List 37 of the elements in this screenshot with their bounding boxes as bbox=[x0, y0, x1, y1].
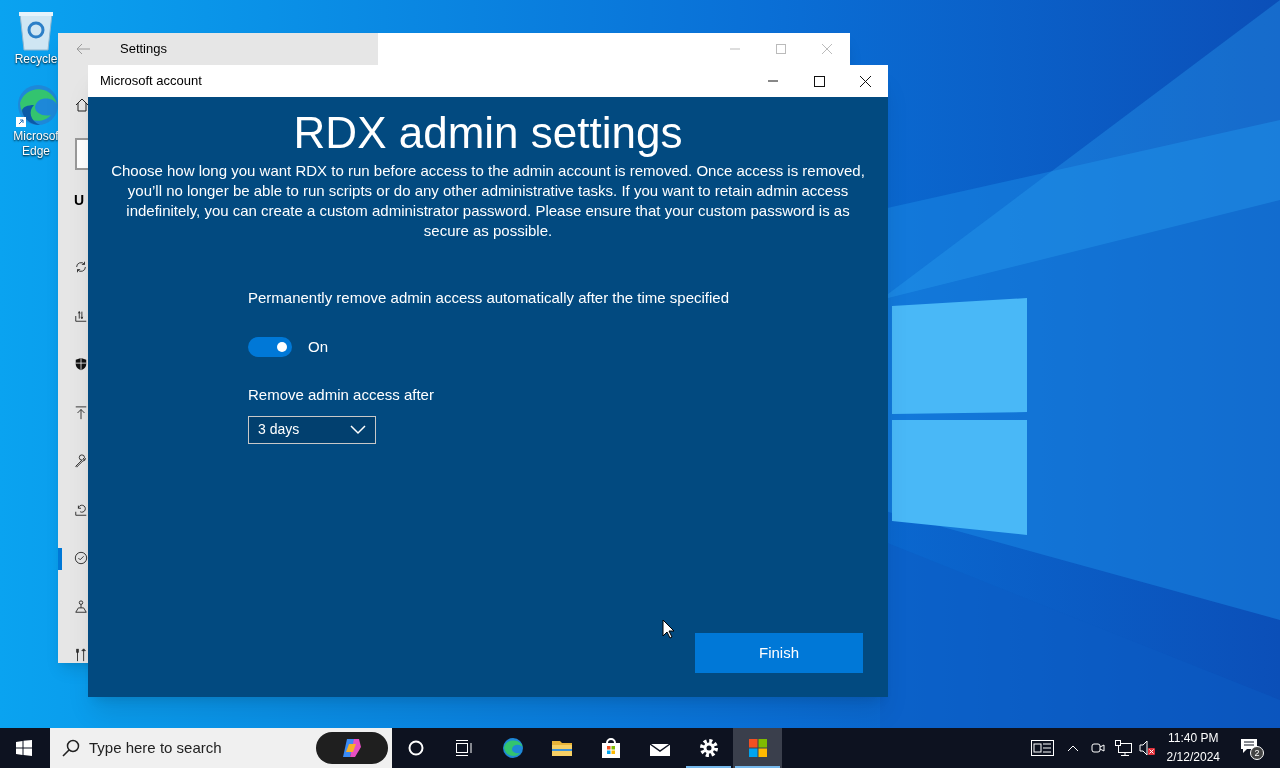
copilot-icon bbox=[341, 738, 363, 758]
edge-icon bbox=[500, 736, 525, 760]
news-icon[interactable] bbox=[1030, 740, 1055, 756]
dialog-heading: RDX admin settings bbox=[293, 107, 683, 159]
heading: U bbox=[74, 191, 85, 210]
finish-button[interactable]: Finish bbox=[695, 633, 863, 673]
window-title: Microsoft account bbox=[100, 72, 202, 91]
toggle-state: On bbox=[308, 336, 328, 357]
dropdown[interactable]: 3 days bbox=[248, 415, 376, 444]
notification-badge: 2 bbox=[1250, 746, 1264, 760]
dropdown-label: Remove admin access after bbox=[248, 385, 434, 405]
camera-icon[interactable] bbox=[1090, 740, 1105, 756]
check-circle-icon bbox=[74, 550, 88, 567]
taskbar-button[interactable] bbox=[733, 728, 782, 768]
search-box[interactable]: Type here to search bbox=[50, 728, 392, 768]
wrench-icon bbox=[74, 453, 88, 470]
muted-speaker-icon[interactable] bbox=[1138, 740, 1155, 756]
cortana-icon[interactable] bbox=[408, 740, 424, 756]
search-icon bbox=[62, 739, 80, 757]
description: Choose how long you want RDX to run before access to the admin account is removed. Once access is removed, you’ll no longer be able to run scripts or do any other administrative tasks. If you want to retain admin access indefinitely, you can create a custom administrator password. Please ensure that your custom password is as secure as possible. bbox=[110, 161, 866, 241]
home-icon[interactable] bbox=[75, 98, 89, 112]
copilot-button[interactable] bbox=[316, 732, 388, 764]
shield-icon bbox=[74, 356, 88, 373]
tools-icon bbox=[74, 647, 88, 664]
toggle-switch[interactable] bbox=[248, 336, 292, 357]
task-view-icon[interactable] bbox=[455, 740, 473, 756]
clock-date[interactable]: 2/12/2024 bbox=[1166, 748, 1220, 767]
chevron-down-icon bbox=[350, 424, 366, 435]
network-icon[interactable] bbox=[1114, 740, 1133, 756]
toggle-label: Permanently remove admin access automatically after the time specified bbox=[248, 288, 730, 308]
window-title: Settings bbox=[120, 40, 167, 59]
chevron-up-icon[interactable] bbox=[1066, 744, 1079, 752]
start-icon[interactable] bbox=[16, 740, 32, 756]
upload-icon bbox=[74, 404, 88, 421]
clock-time[interactable]: 11:40 PM bbox=[1168, 729, 1219, 748]
person-pin-icon bbox=[74, 598, 88, 615]
cursor-icon bbox=[662, 619, 675, 639]
